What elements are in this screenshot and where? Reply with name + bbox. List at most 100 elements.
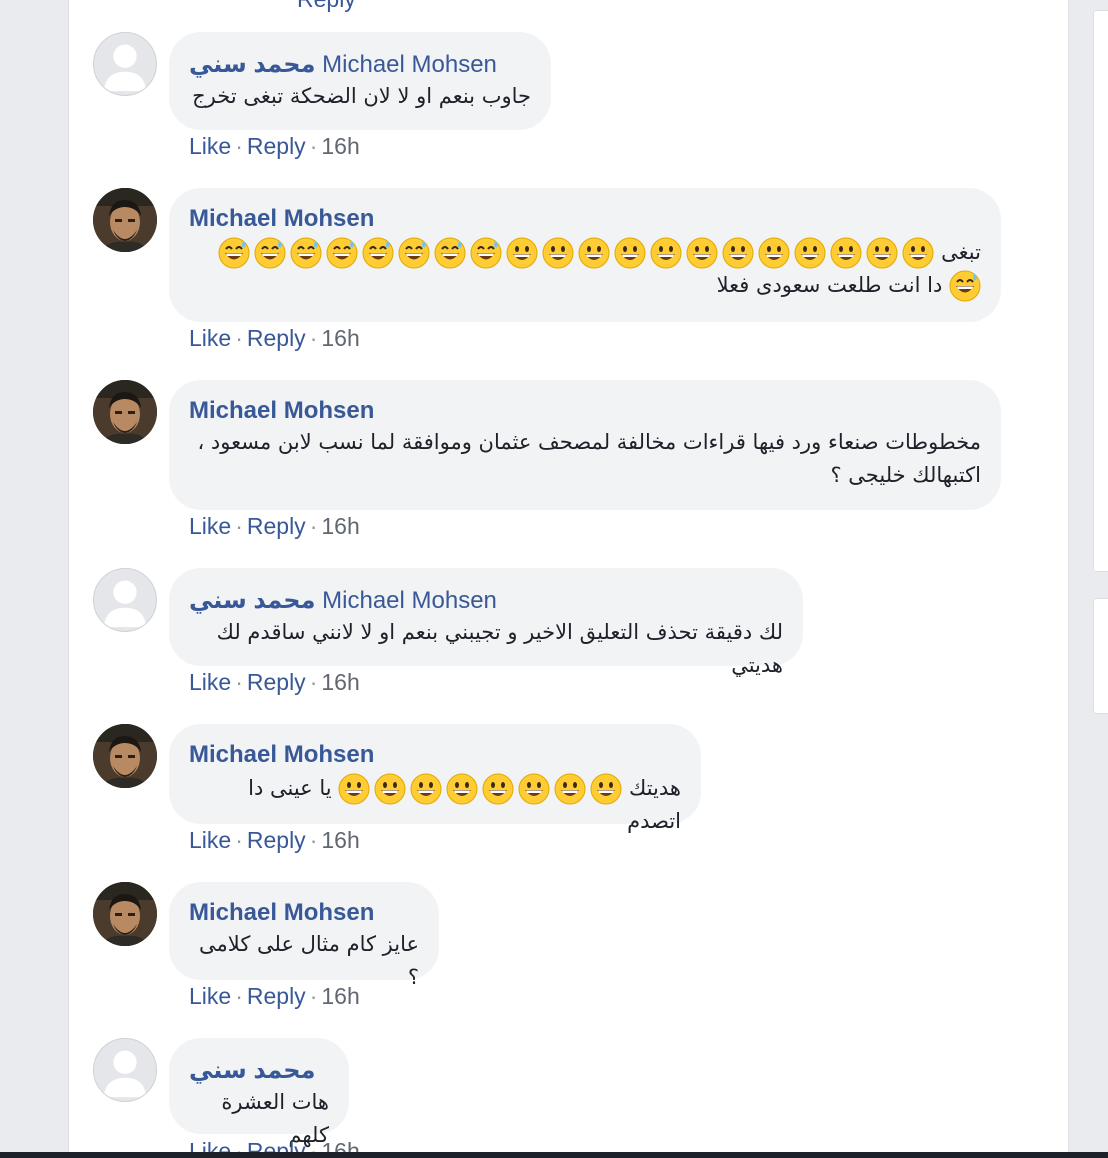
reply-to-name[interactable]: Michael Mohsen	[322, 587, 497, 614]
avatar[interactable]	[93, 32, 157, 96]
author-name[interactable]: محمد سني	[189, 51, 315, 78]
separator: ·	[309, 983, 318, 1009]
author-name[interactable]: محمد سني	[189, 587, 315, 614]
avatar[interactable]	[93, 380, 157, 444]
separator: ·	[235, 513, 243, 539]
comment-actions: Like · Reply · 16h	[189, 1138, 360, 1152]
like-link[interactable]: Like	[189, 983, 231, 1009]
grinning-face-emoji	[722, 237, 754, 269]
like-link[interactable]: Like	[189, 325, 231, 351]
comment-actions: Like · Reply · 16h	[189, 513, 360, 540]
default-avatar-icon	[94, 1039, 156, 1101]
comment-bubble: محمد سني Michael Mohsen لك دقيقة تحذف ال…	[169, 568, 803, 677]
separator: ·	[309, 513, 318, 539]
reply-link[interactable]: Reply	[247, 669, 306, 695]
separator: ·	[235, 133, 243, 159]
separator: ·	[235, 669, 243, 695]
reply-link[interactable]: Reply	[247, 325, 306, 351]
comment-actions: Like · Reply · 16h	[189, 669, 360, 696]
comment-header: Michael Mohsen	[189, 740, 681, 770]
comment-header: محمد سني Michael Mohsen	[189, 50, 531, 80]
comment-header: Michael Mohsen	[189, 204, 981, 234]
separator: ·	[309, 1138, 318, 1152]
grinning-sweat-emoji	[218, 237, 250, 269]
timestamp[interactable]: 16h	[321, 669, 359, 695]
grinning-face-emoji	[650, 237, 682, 269]
truncated-action-bar[interactable]: Reply	[297, 0, 356, 13]
comment-bubble: محمد سني Michael Mohsen جاوب بنعم او لا …	[169, 32, 551, 130]
separator: ·	[235, 325, 243, 351]
avatar[interactable]	[93, 724, 157, 788]
profile-photo	[93, 724, 157, 788]
author-name[interactable]: Michael Mohsen	[189, 741, 374, 768]
avatar[interactable]	[93, 1038, 157, 1102]
grinning-sweat-emoji	[290, 237, 322, 269]
comment-actions: Like · Reply · 16h	[189, 983, 360, 1010]
avatar[interactable]	[93, 882, 157, 946]
grinning-sweat-emoji	[398, 237, 430, 269]
separator: ·	[309, 325, 318, 351]
timestamp[interactable]: 16h	[321, 133, 359, 159]
separator: ·	[309, 133, 318, 159]
timestamp[interactable]: 16h	[321, 513, 359, 539]
like-link[interactable]: Like	[189, 513, 231, 539]
grinning-sweat-emoji	[254, 237, 286, 269]
grinning-sweat-emoji	[470, 237, 502, 269]
comment-word: هديتك	[629, 776, 681, 800]
profile-photo	[93, 380, 157, 444]
separator: ·	[309, 827, 318, 853]
right-sidebar-panel	[1093, 10, 1108, 572]
author-name[interactable]: Michael Mohsen	[189, 397, 374, 424]
author-name[interactable]: Michael Mohsen	[189, 899, 374, 926]
timestamp[interactable]: 16h	[321, 827, 359, 853]
comment-text-line-1: مخطوطات صنعاء ورد فيها قراءات مخالفة لمص…	[197, 430, 981, 454]
comment-actions: Like · Reply · 16h	[189, 325, 360, 352]
grinning-face-emoji	[410, 773, 442, 805]
grinning-face-emoji	[506, 237, 538, 269]
reply-link[interactable]: Reply	[247, 983, 306, 1009]
grinning-sweat-emoji	[362, 237, 394, 269]
separator: ·	[235, 827, 243, 853]
reply-link[interactable]: Reply	[247, 1138, 306, 1152]
separator: ·	[235, 1138, 243, 1152]
separator: ·	[235, 983, 243, 1009]
reply-link[interactable]: Reply	[247, 513, 306, 539]
grinning-face-emoji	[578, 237, 610, 269]
profile-photo	[93, 188, 157, 252]
grinning-face-emoji	[482, 773, 514, 805]
grinning-face-emoji	[446, 773, 478, 805]
emoji-sequence	[218, 237, 934, 269]
comment-header: Michael Mohsen	[189, 396, 981, 426]
grinning-face-emoji	[830, 237, 862, 269]
timestamp[interactable]: 16h	[321, 1138, 359, 1152]
timestamp[interactable]: 16h	[321, 983, 359, 1009]
avatar[interactable]	[93, 568, 157, 632]
comment-bubble: Michael Mohsen عايز كام مثال على كلامى ؟	[169, 882, 439, 989]
comment-text-line-2: اكتبهالك خليجى ؟	[830, 463, 981, 487]
profile-photo	[93, 882, 157, 946]
avatar[interactable]	[93, 188, 157, 252]
reply-link[interactable]: Reply	[247, 133, 306, 159]
comment-bubble: Michael Mohsen مخطوطات صنعاء ورد فيها قر…	[169, 380, 1001, 510]
author-name[interactable]: محمد سني	[189, 1057, 315, 1084]
timestamp[interactable]: 16h	[321, 325, 359, 351]
grinning-face-emoji	[758, 237, 790, 269]
like-link[interactable]: Like	[189, 827, 231, 853]
like-link[interactable]: Like	[189, 1138, 231, 1152]
comment-actions: Like · Reply · 16h	[189, 827, 360, 854]
grinning-face-emoji	[542, 237, 574, 269]
grinning-face-emoji	[902, 237, 934, 269]
reply-to-name[interactable]: Michael Mohsen	[322, 51, 497, 78]
comment-bubble: Michael Mohsen تبغى دا انت طلعت سعودى فع…	[169, 188, 1001, 322]
comment-text-line-2: دا انت طلعت سعودى فعلا	[189, 269, 981, 302]
like-link[interactable]: Like	[189, 133, 231, 159]
grinning-face-emoji	[866, 237, 898, 269]
default-avatar-icon	[94, 569, 156, 631]
like-link[interactable]: Like	[189, 669, 231, 695]
comment-actions: Like · Reply · 16h	[189, 133, 360, 160]
separator: ·	[309, 669, 318, 695]
grinning-face-emoji	[518, 773, 550, 805]
reply-link[interactable]: Reply	[247, 827, 306, 853]
grinning-face-emoji	[338, 773, 370, 805]
author-name[interactable]: Michael Mohsen	[189, 205, 374, 232]
